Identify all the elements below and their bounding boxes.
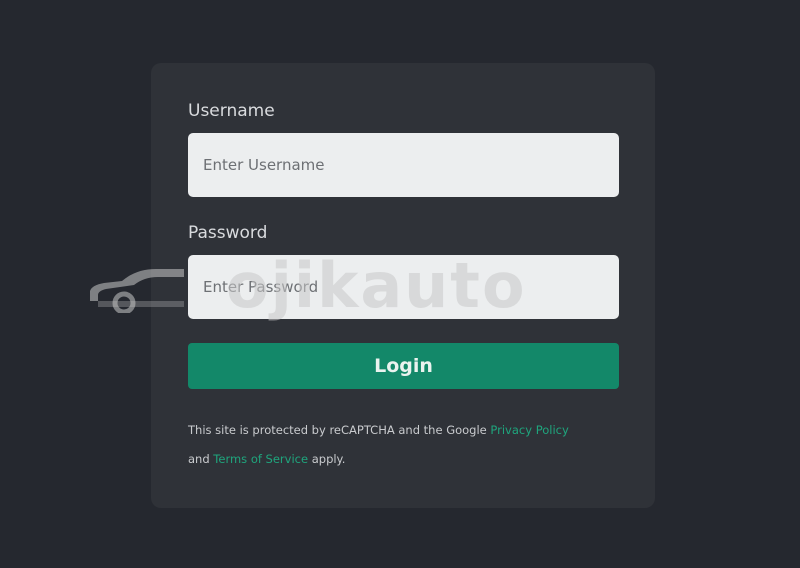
password-input[interactable]: [188, 255, 619, 319]
recaptcha-notice: This site is protected by reCAPTCHA and …: [188, 416, 628, 474]
login-card: Username Password Login This site is pro…: [151, 63, 655, 508]
recaptcha-notice-suffix: apply.: [308, 452, 346, 466]
password-label: Password: [188, 223, 268, 243]
terms-of-service-link[interactable]: Terms of Service: [213, 452, 308, 466]
login-button[interactable]: Login: [188, 343, 619, 389]
privacy-policy-link[interactable]: Privacy Policy: [490, 423, 568, 437]
username-input[interactable]: [188, 133, 619, 197]
page: Username Password Login This site is pro…: [0, 0, 800, 568]
recaptcha-notice-prefix: This site is protected by reCAPTCHA and …: [188, 423, 491, 437]
username-label: Username: [188, 101, 275, 121]
recaptcha-notice-middle: and: [188, 452, 214, 466]
